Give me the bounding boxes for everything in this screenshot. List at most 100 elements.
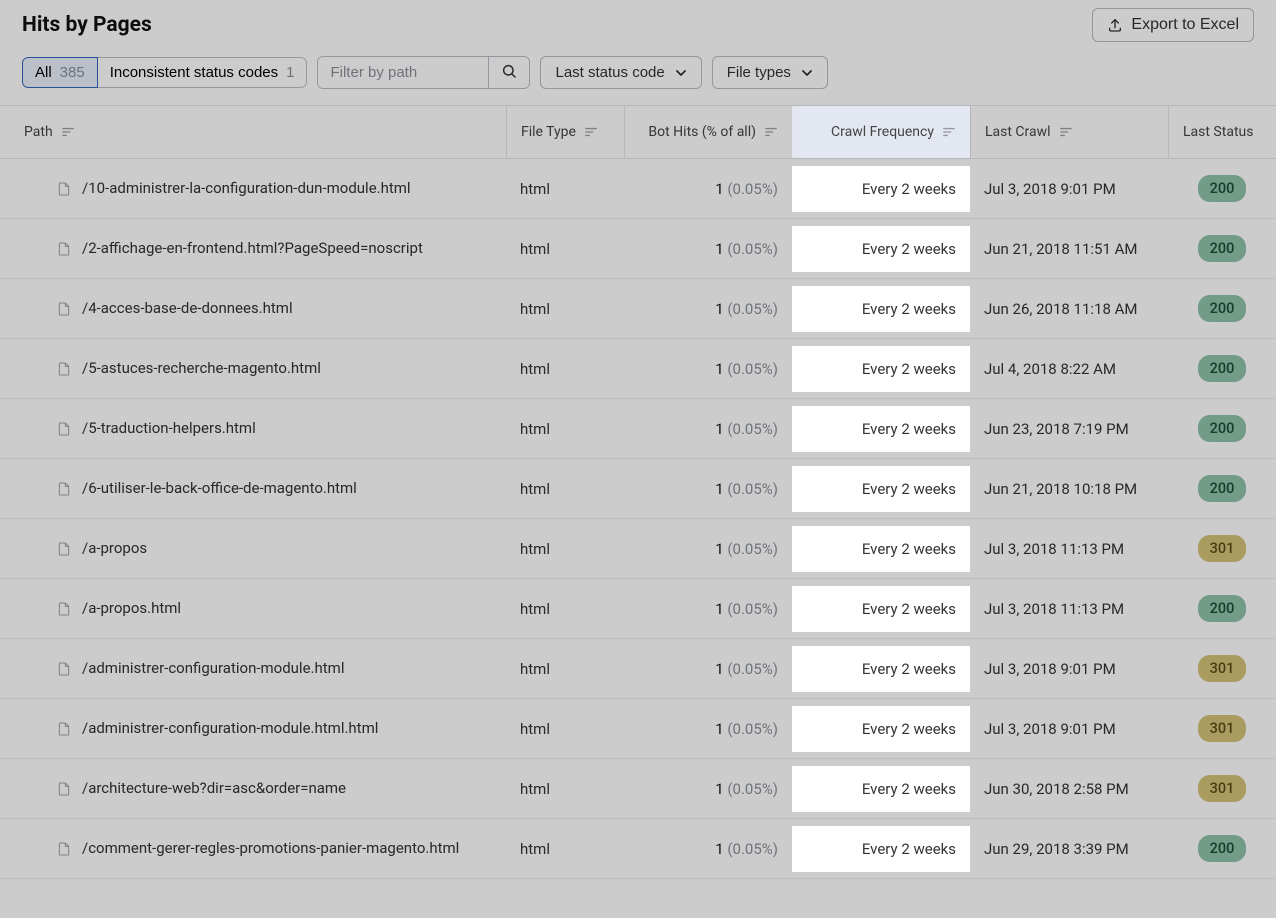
cell-last-crawl: Jul 3, 2018 9:01 PM [970,706,1168,752]
hits-count: 1 [715,840,723,858]
table-row[interactable]: /administrer-configuration-module.htmlht… [0,639,1276,699]
cell-last-status: 200 [1168,461,1276,516]
cell-bot-hits: 1 (0.05%) [624,526,792,572]
search-icon [501,63,517,79]
path-text: /architecture-web?dir=asc&order=name [82,778,346,798]
cell-crawl-frequency: Every 2 weeks [792,646,970,692]
export-to-excel-button[interactable]: Export to Excel [1092,8,1254,42]
cell-last-status: 200 [1168,161,1276,216]
cell-bot-hits: 1 (0.05%) [624,826,792,872]
hits-table: Path File Type Bot Hits (% of all) Crawl… [0,105,1276,879]
hits-count: 1 [715,660,723,678]
status-badge: 200 [1198,235,1247,262]
table-row[interactable]: /5-traduction-helpers.htmlhtml1 (0.05%)E… [0,399,1276,459]
status-badge: 301 [1198,655,1247,682]
cell-path: /6-utiliser-le-back-office-de-magento.ht… [0,464,506,512]
cell-bot-hits: 1 (0.05%) [624,646,792,692]
file-icon [56,600,72,618]
cell-last-crawl: Jun 21, 2018 11:51 AM [970,226,1168,272]
hits-count: 1 [715,540,723,558]
table-row[interactable]: /a-propos.htmlhtml1 (0.05%)Every 2 weeks… [0,579,1276,639]
filter-by-path-input[interactable] [318,57,488,88]
file-icon [56,180,72,198]
cell-crawl-frequency: Every 2 weeks [792,826,970,872]
cell-path: /comment-gerer-regles-promotions-panier-… [0,824,506,872]
cell-bot-hits: 1 (0.05%) [624,586,792,632]
table-row[interactable]: /10-administrer-la-configuration-dun-mod… [0,159,1276,219]
table-row[interactable]: /architecture-web?dir=asc&order=namehtml… [0,759,1276,819]
hits-pct: (0.05%) [727,840,778,858]
table-row[interactable]: /5-astuces-recherche-magento.htmlhtml1 (… [0,339,1276,399]
segment-label: Inconsistent status codes [110,64,278,81]
chevron-down-icon [675,67,687,79]
col-header-last-crawl-label: Last Crawl [985,124,1051,140]
cell-file-type: html [506,226,624,272]
hits-count: 1 [715,780,723,798]
file-icon [56,660,72,678]
col-header-last-crawl[interactable]: Last Crawl [970,106,1168,158]
file-icon [56,540,72,558]
table-row[interactable]: /6-utiliser-le-back-office-de-magento.ht… [0,459,1276,519]
sort-icon [61,126,75,138]
cell-crawl-frequency: Every 2 weeks [792,406,970,452]
hits-pct: (0.05%) [727,240,778,258]
table-row[interactable]: /4-acces-base-de-donnees.htmlhtml1 (0.05… [0,279,1276,339]
cell-crawl-frequency: Every 2 weeks [792,286,970,332]
table-row[interactable]: /a-proposhtml1 (0.05%)Every 2 weeksJul 3… [0,519,1276,579]
col-header-path[interactable]: Path [0,106,506,158]
cell-file-type: html [506,646,624,692]
hits-count: 1 [715,420,723,438]
cell-file-type: html [506,826,624,872]
hits-pct: (0.05%) [727,600,778,618]
status-badge: 301 [1198,775,1247,802]
status-badge: 301 [1198,715,1247,742]
col-header-bot-hits[interactable]: Bot Hits (% of all) [624,106,792,158]
file-icon [56,420,72,438]
table-row[interactable]: /administrer-configuration-module.html.h… [0,699,1276,759]
cell-file-type: html [506,406,624,452]
cell-bot-hits: 1 (0.05%) [624,346,792,392]
cell-file-type: html [506,526,624,572]
dropdown-last-status-code[interactable]: Last status code [540,56,701,89]
path-text: /a-propos.html [82,598,181,618]
path-text: /comment-gerer-regles-promotions-panier-… [82,838,459,858]
cell-last-crawl: Jul 3, 2018 11:13 PM [970,586,1168,632]
cell-file-type: html [506,466,624,512]
segment-count: 385 [60,64,85,81]
status-badge: 200 [1198,415,1247,442]
segment-group: All385 Inconsistent status codes 1 [22,57,307,88]
cell-last-crawl: Jul 3, 2018 11:13 PM [970,526,1168,572]
cell-crawl-frequency: Every 2 weeks [792,706,970,752]
cell-bot-hits: 1 (0.05%) [624,166,792,212]
hits-count: 1 [715,240,723,258]
file-icon [56,720,72,738]
table-row[interactable]: /2-affichage-en-frontend.html?PageSpeed=… [0,219,1276,279]
cell-last-status: 200 [1168,221,1276,276]
cell-bot-hits: 1 (0.05%) [624,286,792,332]
path-text: /administrer-configuration-module.html.h… [82,718,378,738]
file-icon [56,300,72,318]
hits-pct: (0.05%) [727,720,778,738]
cell-path: /10-administrer-la-configuration-dun-mod… [0,164,506,212]
cell-path: /a-propos.html [0,584,506,632]
cell-bot-hits: 1 (0.05%) [624,706,792,752]
cell-last-status: 200 [1168,581,1276,636]
cell-last-crawl: Jul 4, 2018 8:22 AM [970,346,1168,392]
hits-count: 1 [715,360,723,378]
export-label: Export to Excel [1131,16,1239,34]
cell-crawl-frequency: Every 2 weeks [792,526,970,572]
cell-file-type: html [506,286,624,332]
segment-count: 1 [286,64,294,81]
sort-icon [764,126,778,138]
col-header-last-status[interactable]: Last Status [1168,106,1276,158]
path-text: /5-astuces-recherche-magento.html [82,358,321,378]
sort-icon [584,126,598,138]
table-row[interactable]: /comment-gerer-regles-promotions-panier-… [0,819,1276,879]
col-header-crawl-frequency[interactable]: Crawl Frequency [792,106,970,158]
cell-last-status: 200 [1168,341,1276,396]
col-header-file-type[interactable]: File Type [506,106,624,158]
dropdown-file-types[interactable]: File types [712,56,828,89]
segment-all[interactable]: All385 [22,57,98,88]
search-button[interactable] [488,57,529,88]
segment-inconsistent-status-codes[interactable]: Inconsistent status codes 1 [98,57,308,88]
